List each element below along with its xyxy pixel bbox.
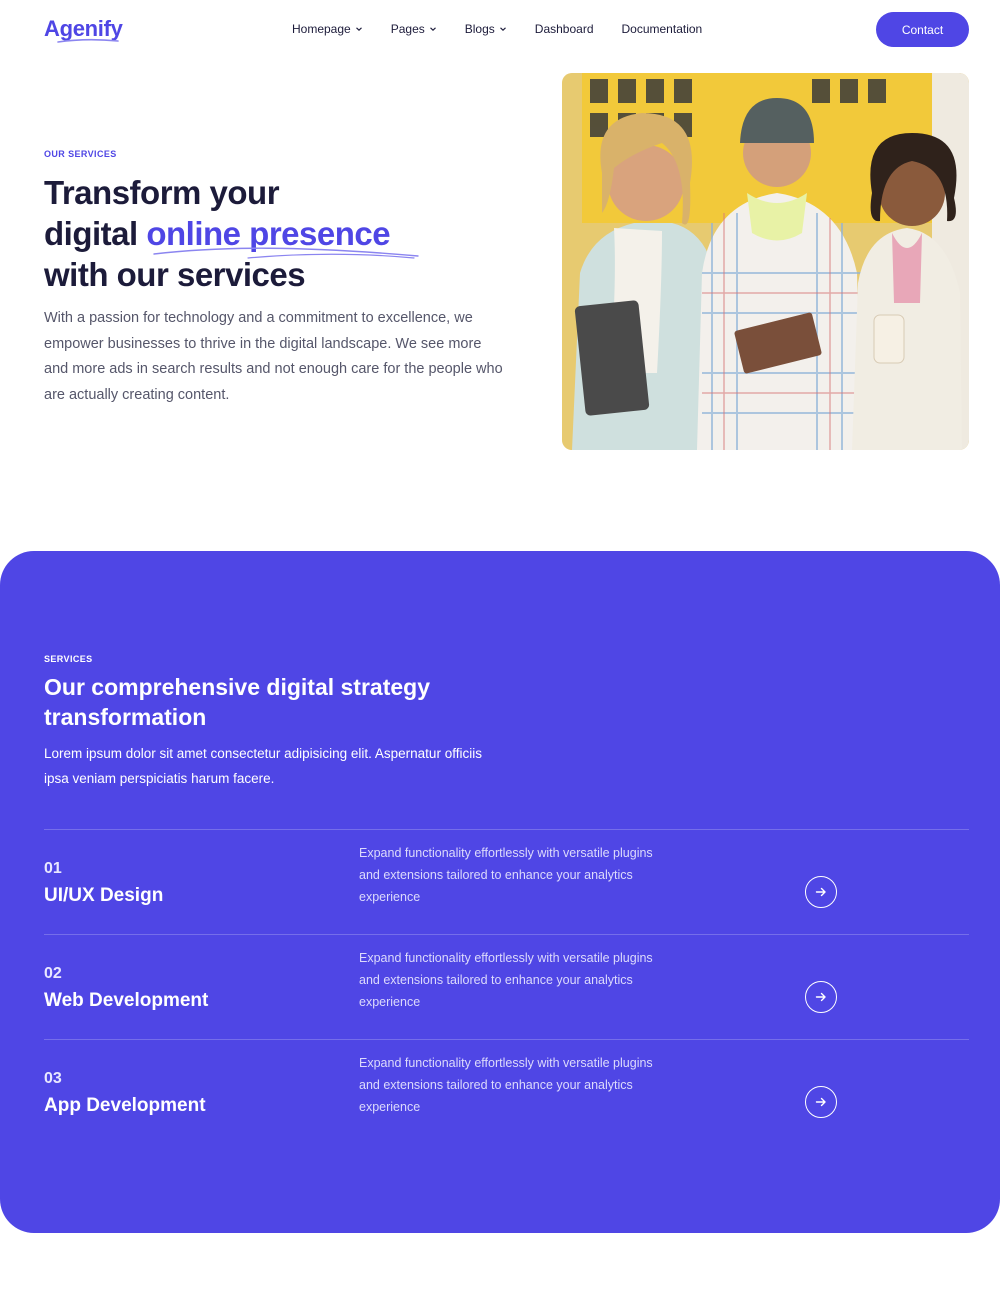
services-eyebrow: SERVICES: [44, 654, 93, 664]
service-name: UI/UX Design: [44, 885, 164, 906]
contact-button[interactable]: Contact: [876, 12, 969, 47]
nav-item-label: Documentation: [621, 22, 703, 36]
service-number: 01: [44, 860, 62, 877]
arrow-right-icon[interactable]: [805, 876, 837, 908]
nav-item-blogs[interactable]: Blogs: [465, 22, 507, 36]
chevron-down-icon: [355, 26, 363, 32]
service-name: App Development: [44, 1095, 206, 1116]
nav-item-label: Homepage: [292, 22, 351, 36]
service-number: 03: [44, 1070, 62, 1087]
logo-swoosh-icon: [57, 38, 119, 43]
hero-title-line-1: Transform your: [44, 174, 280, 211]
hero-title: Transform your digital online presence w…: [44, 172, 504, 295]
main-nav: Homepage Pages Blogs Dashboard Documenta…: [292, 22, 730, 36]
hero-eyebrow: OUR SERVICES: [44, 149, 117, 159]
service-row-app-development[interactable]: 03 App Development Expand functionality …: [44, 1039, 969, 1144]
chevron-down-icon: [499, 26, 507, 32]
nav-item-label: Pages: [390, 22, 425, 36]
hero-title-line-2: digital: [44, 215, 147, 252]
service-description: Expand functionality effortlessly with v…: [359, 846, 653, 904]
service-description: Expand functionality effortlessly with v…: [359, 951, 653, 1009]
nav-item-label: Blogs: [464, 22, 495, 36]
nav-item-label: Dashboard: [534, 22, 594, 36]
site-header: Agenify Homepage Pages Blogs Dashboard D…: [0, 0, 1000, 60]
services-title: Our comprehensive digital strategy trans…: [44, 674, 431, 730]
chevron-down-icon: [429, 26, 437, 32]
highlight-underline-icon: [153, 247, 419, 259]
service-row-web-development[interactable]: 02 Web Development Expand functionality …: [44, 934, 969, 1039]
service-description: Expand functionality effortlessly with v…: [359, 1056, 653, 1114]
hero-description: With a passion for technology and a comm…: [44, 310, 503, 403]
team-photo: [562, 73, 969, 450]
nav-item-pages[interactable]: Pages: [391, 22, 437, 36]
arrow-right-icon[interactable]: [805, 1086, 837, 1118]
arrow-right-icon[interactable]: [805, 981, 837, 1013]
nav-item-homepage[interactable]: Homepage: [292, 22, 363, 36]
services-description: Lorem ipsum dolor sit amet consectetur a…: [44, 746, 482, 786]
service-row-ui-ux[interactable]: 01 UI/UX Design Expand functionality eff…: [44, 829, 969, 934]
nav-item-documentation[interactable]: Documentation: [622, 22, 703, 36]
service-number: 02: [44, 965, 62, 982]
service-name: Web Development: [44, 990, 209, 1011]
nav-item-dashboard[interactable]: Dashboard: [535, 22, 594, 36]
services-section: SERVICES Our comprehensive digital strat…: [0, 551, 1000, 1233]
